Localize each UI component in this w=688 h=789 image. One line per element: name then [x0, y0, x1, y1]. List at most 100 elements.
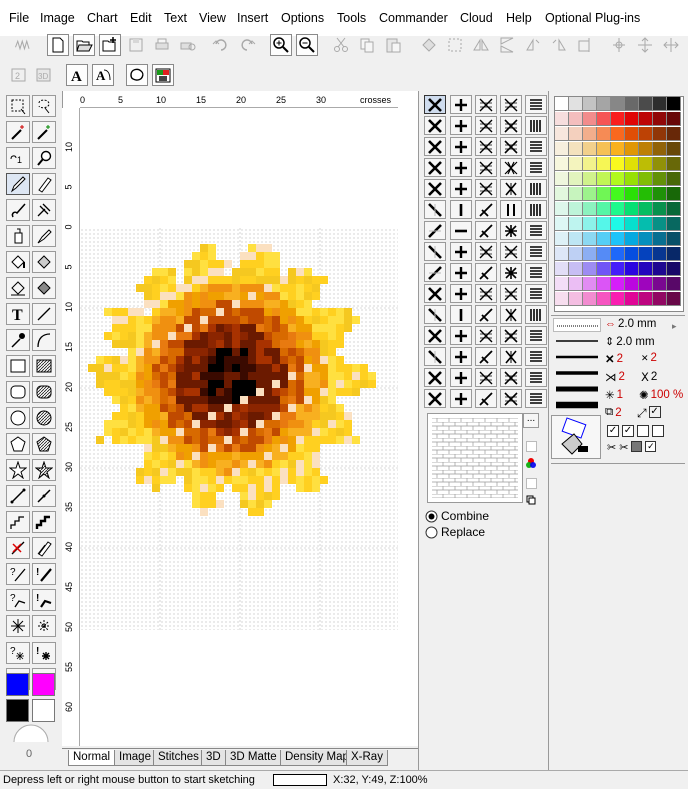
rect-select-icon[interactable] — [6, 95, 30, 117]
save-icon[interactable] — [125, 34, 147, 56]
delete-backstitch-icon[interactable] — [6, 537, 30, 559]
knot-scale[interactable]: ✺ 100 % — [639, 388, 683, 402]
stitch-type-11-4-icon[interactable] — [525, 326, 547, 345]
palette-swatch[interactable] — [611, 187, 625, 201]
palette-swatch[interactable] — [639, 97, 653, 111]
palette-swatch[interactable] — [667, 112, 681, 126]
fabric-more-button[interactable]: ... — [523, 413, 539, 428]
tab-stitches[interactable]: Stitches — [153, 750, 204, 766]
palette-swatch[interactable] — [555, 262, 569, 276]
palette-swatch[interactable] — [569, 202, 583, 216]
palette-swatch[interactable] — [597, 127, 611, 141]
menu-file[interactable]: File — [9, 11, 29, 25]
palette-swatch[interactable] — [653, 262, 667, 276]
stitch-type-14-0-icon[interactable] — [424, 389, 446, 408]
stitch-type-9-1-icon[interactable] — [450, 284, 472, 303]
fill-bucket-pattern-icon[interactable] — [32, 251, 56, 273]
palette-swatch[interactable] — [611, 112, 625, 126]
palette-swatch[interactable] — [639, 157, 653, 171]
palette-swatch[interactable] — [555, 172, 569, 186]
palette-swatch[interactable] — [639, 292, 653, 306]
palette-swatch[interactable] — [667, 202, 681, 216]
tab-image[interactable]: Image — [114, 750, 156, 766]
print-preview-icon[interactable] — [177, 34, 199, 56]
palette-swatch[interactable] — [611, 127, 625, 141]
stitch-type-11-0-icon[interactable] — [424, 326, 446, 345]
palette-swatch[interactable] — [569, 112, 583, 126]
palette-swatch[interactable] — [667, 187, 681, 201]
menu-optional-plugins[interactable]: Optional Plug-ins — [545, 11, 640, 25]
palette-swatch[interactable] — [555, 217, 569, 231]
french-knot-bold-icon[interactable]: ! — [32, 642, 56, 664]
stitch-type-0-3-icon[interactable] — [500, 95, 522, 114]
fabric-color-box[interactable] — [526, 441, 537, 452]
bead-line-bold-icon[interactable]: ! — [32, 589, 56, 611]
eraser-icon[interactable] — [32, 173, 56, 195]
palette-swatch[interactable] — [555, 157, 569, 171]
mirror-h-icon[interactable] — [470, 34, 492, 56]
fabric-option-box[interactable] — [526, 478, 537, 489]
stitch-type-1-0-icon[interactable] — [424, 116, 446, 135]
palette-swatch[interactable] — [569, 187, 583, 201]
stitch-type-10-2-icon[interactable] — [475, 305, 497, 324]
undo-icon[interactable] — [210, 34, 232, 56]
palette-swatch[interactable] — [625, 112, 639, 126]
palette-swatch[interactable] — [667, 217, 681, 231]
palette-swatch[interactable] — [569, 262, 583, 276]
text-icon[interactable]: A — [66, 64, 88, 86]
backstitch-icon[interactable] — [6, 485, 30, 507]
menu-chart[interactable]: Chart — [87, 11, 118, 25]
copy-icon[interactable] — [356, 34, 378, 56]
palette-swatch[interactable] — [625, 127, 639, 141]
palette-swatch[interactable] — [611, 157, 625, 171]
palette-swatch[interactable] — [639, 187, 653, 201]
palette-swatch[interactable] — [555, 127, 569, 141]
magnify-icon[interactable] — [32, 147, 56, 169]
knot-strands[interactable]: ✳ 1 — [605, 388, 623, 402]
palette-swatch[interactable] — [597, 202, 611, 216]
fill-icon[interactable] — [418, 34, 440, 56]
stitch-type-4-1-icon[interactable] — [450, 179, 472, 198]
palette-swatch[interactable] — [639, 202, 653, 216]
stitch-type-11-2-icon[interactable] — [475, 326, 497, 345]
eyedropper-icon[interactable] — [6, 329, 30, 351]
palette-swatch[interactable] — [583, 292, 597, 306]
mirror-v-icon[interactable] — [496, 34, 518, 56]
stitch-type-8-3-icon[interactable] — [500, 263, 522, 282]
select-area-icon[interactable] — [444, 34, 466, 56]
rectangle-icon[interactable] — [6, 355, 30, 377]
palette-swatch[interactable] — [611, 262, 625, 276]
stitch-type-7-4-icon[interactable] — [525, 242, 547, 261]
sketch-wave-icon[interactable] — [8, 34, 38, 56]
palette-swatch[interactable] — [597, 277, 611, 291]
gray-square-icon[interactable] — [631, 441, 643, 452]
filled-rounded-rect-icon[interactable] — [32, 381, 56, 403]
stitch-type-11-3-icon[interactable] — [500, 326, 522, 345]
diagonal-arrow-icon[interactable]: ⤢ — [637, 406, 647, 421]
pencil-icon[interactable] — [6, 173, 30, 195]
stitch-type-12-2-icon[interactable] — [475, 347, 497, 366]
stitch-type-9-3-icon[interactable] — [500, 284, 522, 303]
stitch-type-10-4-icon[interactable] — [525, 305, 547, 324]
palette-swatch[interactable] — [611, 172, 625, 186]
print-icon[interactable] — [151, 34, 173, 56]
palette-swatch[interactable] — [569, 292, 583, 306]
palette-swatch[interactable] — [667, 142, 681, 156]
palette-swatch[interactable] — [569, 172, 583, 186]
stitch-type-9-2-icon[interactable] — [475, 284, 497, 303]
palette-swatch[interactable] — [653, 172, 667, 186]
palette-swatch[interactable] — [653, 112, 667, 126]
cut-icon[interactable] — [330, 34, 352, 56]
stitch-type-14-4-icon[interactable] — [525, 389, 547, 408]
menu-text[interactable]: Text — [164, 11, 187, 25]
stitch-type-1-2-icon[interactable] — [475, 116, 497, 135]
rotate-left-icon[interactable] — [522, 34, 544, 56]
palette-swatch[interactable] — [653, 97, 667, 111]
palette-swatch[interactable] — [555, 142, 569, 156]
toggle-checkbox-2[interactable]: ✓ — [622, 425, 634, 437]
palette-swatch[interactable] — [667, 127, 681, 141]
palette-swatch[interactable] — [667, 247, 681, 261]
palette-swatch[interactable] — [667, 157, 681, 171]
stitch-type-13-2-icon[interactable] — [475, 368, 497, 387]
palette-swatch[interactable] — [639, 112, 653, 126]
